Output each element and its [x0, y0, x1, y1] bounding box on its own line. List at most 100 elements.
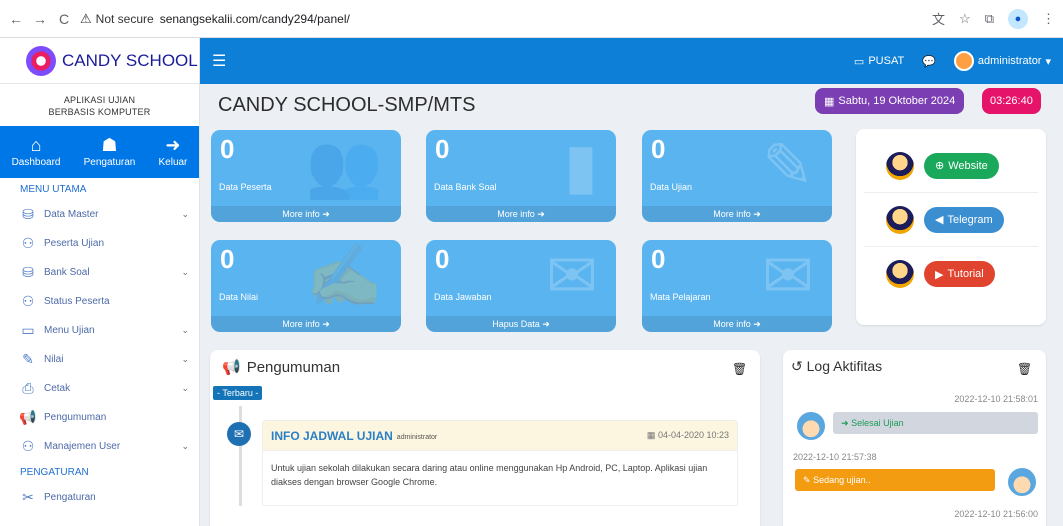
more-info-link[interactable]: More info ➜ [211, 206, 401, 222]
envelope-icon: ✉ [546, 242, 598, 311]
stat-box-mata-pelajaran: 0 Mata Pelajaran ✉ More info ➜ [642, 240, 832, 332]
browser-toolbar: ← → C ⚠ Not secure senangsekalii.com/cand… [0, 0, 1063, 38]
dashboard-button[interactable]: ⌂ Dashboard [12, 136, 61, 168]
sidebar-item-pengaturan[interactable]: ✂ Pengaturan [0, 483, 199, 512]
forward-button[interactable]: → [32, 11, 48, 27]
monitor-icon: ▭ [853, 55, 865, 68]
page-title: CANDY SCHOOL-SMP/MTS [218, 94, 476, 116]
stat-label: Mata Pelajaran [650, 292, 711, 302]
support-links-panel: ⊕ Website ◀ Telegram ▶ Tutorial [856, 129, 1046, 325]
file-signature-icon: ✍ [305, 242, 383, 311]
sidebar-item-status-peserta[interactable]: ⚇ Status Peserta [0, 287, 199, 316]
chevron-down-icon: ⌄ [181, 383, 189, 393]
sidebar-item-cetak[interactable]: ⎙ Cetak ⌄ [0, 374, 199, 403]
sidebar-item-bank-soal[interactable]: ⛁ Bank Soal ⌄ [0, 258, 199, 287]
time-badge: 03:26:40 [982, 88, 1041, 114]
stat-box-data-jawaban: 0 Data Jawaban ✉ Hapus Data ➜ [426, 240, 616, 332]
monitor-icon: ▭ [21, 322, 35, 338]
tutorial-button[interactable]: ▶ Tutorial [924, 261, 995, 287]
log-header: ↺ Log Aktifitas [791, 358, 883, 374]
stat-label: Data Peserta [219, 182, 272, 192]
latest-badge: - Terbaru - [213, 386, 263, 400]
more-info-link[interactable]: More info ➜ [211, 316, 401, 332]
chevron-down-icon: ⌄ [181, 354, 189, 364]
url-text[interactable]: senangsekalii.com/candy294/panel/ [160, 12, 350, 26]
top-navbar: ☰ ▭ PUSAT 💬 administrator ▾ [200, 38, 1063, 84]
bookmark-star-icon[interactable]: ☆ [959, 11, 971, 27]
sidebar-item-data-master[interactable]: ⛁ Data Master ⌄ [0, 200, 199, 229]
database-icon: ⛁ [22, 206, 34, 222]
paper-plane-icon: ◀ [935, 214, 944, 226]
more-info-link[interactable]: More info ➜ [426, 206, 616, 222]
address-bar[interactable]: ⚠ Not secure senangsekalii.com/candy294/p… [80, 4, 924, 34]
globe-icon: ⊕ [935, 160, 945, 172]
menu-kebab-icon[interactable]: ⋮ [1042, 11, 1055, 27]
caret-down-icon: ▾ [1045, 55, 1051, 68]
app-subtitle: APLIKASI UJIAN BERBASIS KOMPUTER [48, 95, 151, 117]
support-agent-icon [886, 151, 914, 180]
announcement-author: administrator [396, 433, 438, 441]
envelope-open-icon: ✉ [762, 242, 814, 311]
trash-icon[interactable]: 🗑 [732, 362, 747, 376]
stat-value: 0 [220, 134, 235, 164]
more-info-link[interactable]: More info ➜ [642, 206, 832, 222]
link-row-website: ⊕ Website [864, 139, 1038, 193]
translate-icon[interactable]: 文 [932, 9, 945, 28]
stat-value: 0 [220, 244, 235, 274]
log-message: ✎ Sedang ujian.. [795, 469, 995, 491]
security-indicator[interactable]: ⚠ Not secure [80, 11, 154, 27]
pusat-button[interactable]: ▭ PUSAT [854, 55, 904, 68]
file-icon: ▮ [563, 132, 598, 201]
sidebar: CANDY SCHOOL APLIKASI UJIAN BERBASIS KOM… [0, 38, 200, 526]
arrow-circle-right-icon: ➜ [322, 208, 330, 219]
brand-logo[interactable]: CANDY SCHOOL [0, 38, 199, 84]
link-row-tutorial: ▶ Tutorial [864, 247, 1038, 301]
website-button[interactable]: ⊕ Website [924, 152, 999, 179]
announcement-body: Untuk ujian sekolah dilakukan secara dar… [271, 463, 708, 487]
stat-box-data-ujian: 0 Data Ujian ✎ More info ➜ [642, 130, 832, 222]
hamburger-menu-icon[interactable]: ☰ [212, 51, 226, 71]
reload-button[interactable]: C [56, 11, 72, 27]
timeline-line [239, 406, 242, 506]
arrow-circle-right-icon: ➜ [753, 208, 761, 219]
sidebar-item-pengumuman[interactable]: 📢 Pengumuman [0, 403, 199, 432]
sidebar-item-manajemen-user[interactable]: ⚇ Manajemen User ⌄ [0, 432, 199, 461]
avatar [953, 51, 974, 71]
section-menu-utama: MENU UTAMA [20, 184, 87, 195]
stat-value: 0 [651, 134, 666, 164]
user-menu[interactable]: administrator ▾ [953, 51, 1051, 71]
link-row-telegram: ◀ Telegram [864, 193, 1038, 247]
profile-icon[interactable]: ● [1008, 8, 1028, 29]
calendar-icon: ▦ [824, 95, 835, 108]
stat-value: 0 [651, 244, 666, 274]
keluar-button[interactable]: ➜ Keluar [158, 136, 187, 168]
sidebar-item-menu-ujian[interactable]: ▭ Menu Ujian ⌄ [0, 316, 199, 345]
users-icon: ⚇ [21, 235, 35, 251]
sidebar-item-peserta-ujian[interactable]: ⚇ Peserta Ujian [0, 229, 199, 258]
quick-nav: ⌂ Dashboard ☗ Pengaturan ➜ Keluar [0, 126, 199, 178]
announcement-item: INFO JADWAL UJIAN administrator ▦ 04-04-… [262, 420, 738, 506]
chat-icon[interactable]: 💬 [922, 55, 936, 68]
stat-label: Data Jawaban [434, 292, 492, 302]
edit-icon: ✎ [22, 351, 34, 367]
hapus-data-link[interactable]: Hapus Data ➜ [426, 316, 616, 332]
support-agent-icon [886, 205, 914, 234]
telegram-button[interactable]: ◀ Telegram [924, 206, 1004, 233]
log-timestamp: 2022-12-10 21:57:38 [793, 452, 877, 462]
sidebar-item-nilai[interactable]: ✎ Nilai ⌄ [0, 345, 199, 374]
print-icon: ⎙ [22, 380, 34, 396]
chevron-down-icon: ⌄ [181, 325, 189, 335]
users-icon: 👥 [305, 132, 383, 201]
extensions-icon[interactable]: ⧉ [985, 11, 994, 27]
date-badge: ▦ Sabtu, 19 Oktober 2024 [815, 88, 965, 114]
trash-icon[interactable]: 🗑 [1017, 362, 1032, 376]
pengaturan-button[interactable]: ☗ Pengaturan [84, 136, 136, 168]
avatar [1006, 466, 1038, 498]
chevron-down-icon: ⌄ [181, 209, 189, 219]
stat-label: Data Bank Soal [434, 182, 497, 192]
stat-value: 0 [435, 244, 450, 274]
announcement-panel: 📢 Pengumuman 🗑 - Terbaru - ✉ INFO JADWAL … [210, 350, 760, 526]
avatar [795, 410, 827, 442]
more-info-link[interactable]: More info ➜ [642, 316, 832, 332]
back-button[interactable]: ← [8, 11, 24, 27]
